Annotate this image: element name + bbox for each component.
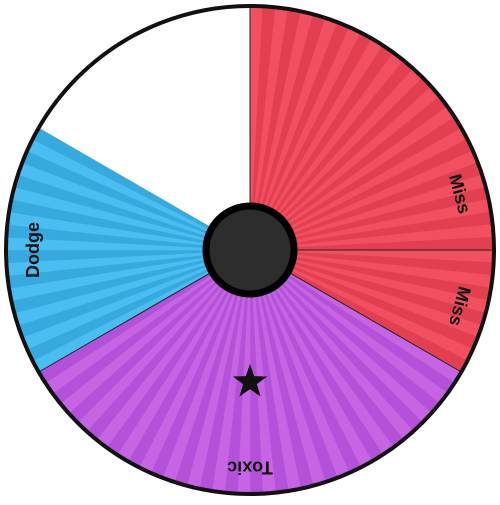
spin-wheel[interactable]: Miss Miss Toxic Dodge [0,0,500,500]
segment-label: Dodge [23,222,43,278]
wheel-canvas: MissMissToxicDodge [4,4,496,496]
wheel-hub[interactable] [202,202,298,298]
segment-label: Toxic [227,457,273,477]
